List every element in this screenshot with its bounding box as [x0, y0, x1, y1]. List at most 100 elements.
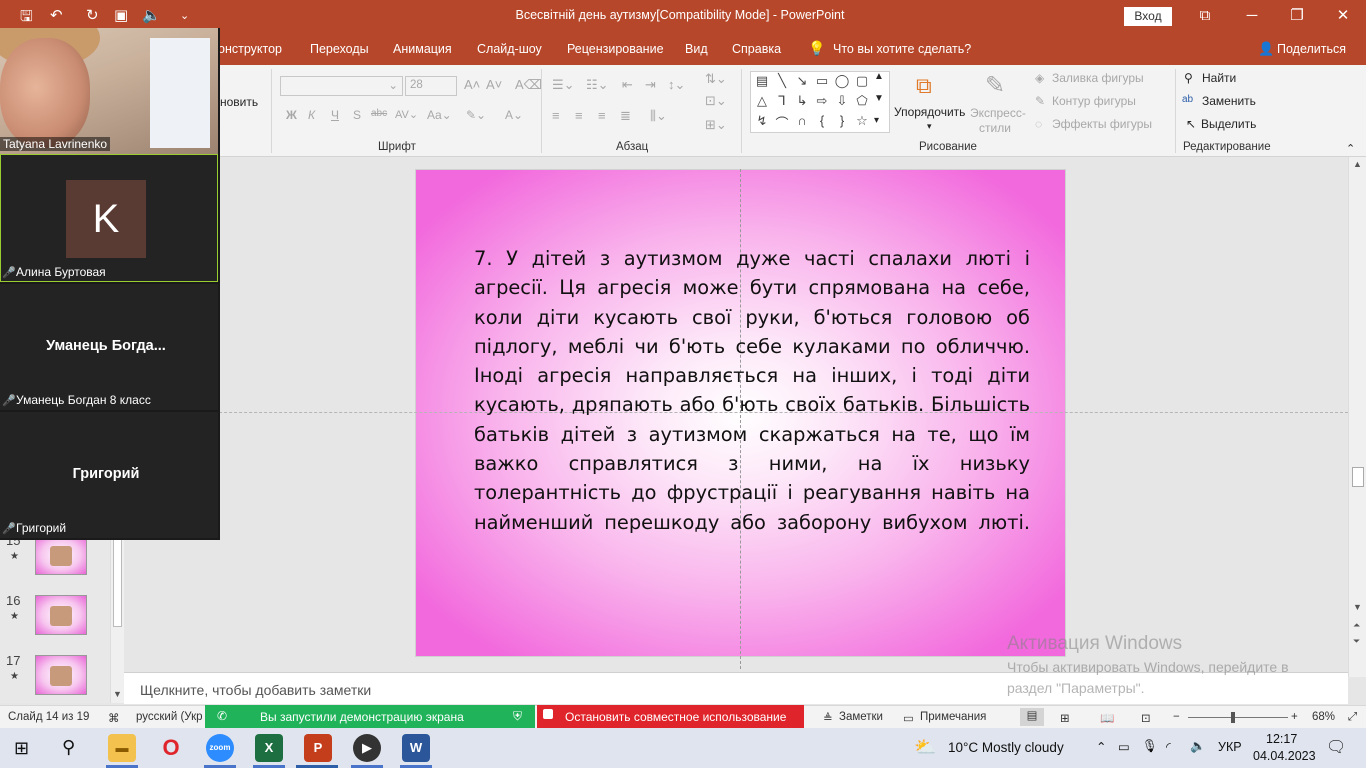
arrow-shape-icon[interactable]: ↘	[793, 73, 811, 89]
spellcheck-icon[interactable]: ⌘	[108, 711, 120, 725]
triangle-shape-icon[interactable]: △	[753, 93, 771, 109]
slide-body-text[interactable]: 7. У дітей з аутизмом дуже часті спалахи…	[474, 244, 1030, 537]
pentagon-shape-icon[interactable]: ⬠	[853, 93, 871, 109]
curve-shape-icon[interactable]: ⌒	[773, 113, 791, 132]
collapse-ribbon-icon[interactable]: ⌃	[1346, 142, 1355, 155]
columns-icon[interactable]: ⫼⌄	[650, 108, 667, 124]
font-size-box[interactable]: 28	[405, 76, 457, 96]
battery-icon[interactable]: ▭	[1118, 739, 1130, 754]
align-text-icon[interactable]: ⊡⌄	[705, 93, 727, 109]
scroll-thumb[interactable]	[1352, 467, 1364, 487]
arrange-button[interactable]: Упорядочить	[894, 105, 965, 119]
change-case-icon[interactable]: Aa⌄	[427, 108, 452, 122]
shapes-gallery[interactable]: ▤ ╲ ↘ ▭ ◯ ▢ △ ⅂ ↳ ⇨ ⇩ ⬠ ↯ ⌒ ∩ { } ☆	[750, 71, 890, 133]
align-center-icon[interactable]: ≡	[575, 108, 583, 123]
justify-icon[interactable]: ≣	[620, 108, 631, 124]
show-hidden-icons-icon[interactable]: ⌃	[1096, 739, 1106, 754]
line-spacing-icon[interactable]: ↕⌄	[668, 77, 685, 93]
zoom-in-icon[interactable]: +	[1291, 711, 1298, 723]
decrease-indent-icon[interactable]: ⇤	[622, 77, 633, 93]
normal-view-icon[interactable]: ▤	[1020, 708, 1044, 726]
next-slide-icon[interactable]: ⏷	[1353, 636, 1360, 647]
grow-font-icon[interactable]: A˄	[464, 77, 480, 92]
undo-icon[interactable]: ↶	[50, 6, 63, 24]
font-color-icon[interactable]: A⌄	[505, 108, 523, 122]
shrink-font-icon[interactable]: A˅	[486, 77, 502, 92]
bullets-icon[interactable]: ☰⌄	[552, 77, 575, 93]
tab-review[interactable]: Рецензирование	[567, 42, 664, 56]
scroll-up-icon[interactable]: ▲	[1353, 159, 1362, 169]
network-icon[interactable]: ◜	[1166, 739, 1171, 754]
redo-icon[interactable]: ↻	[86, 6, 99, 24]
close-button[interactable]: ✕	[1328, 5, 1358, 27]
file-explorer-icon[interactable]: ▬	[108, 734, 136, 762]
text-direction-icon[interactable]: ⇅⌄	[705, 71, 727, 87]
windows-start-icon[interactable]: ⊞	[14, 738, 29, 759]
spacing-icon[interactable]: AV⌄	[395, 108, 418, 121]
shape-fill-button[interactable]: Заливка фигуры	[1052, 71, 1144, 85]
zoom-app-icon[interactable]: zoom	[206, 734, 234, 762]
gallery-down-icon[interactable]: ▼	[874, 93, 884, 104]
numbering-icon[interactable]: ☷⌄	[586, 77, 609, 93]
present-icon[interactable]: ▣	[114, 6, 128, 24]
zoom-slider-track[interactable]	[1188, 712, 1288, 723]
italic-icon[interactable]: К	[308, 108, 315, 122]
zoom-out-icon[interactable]: −	[1173, 711, 1180, 723]
opera-icon[interactable]: O	[157, 734, 185, 762]
slide-sorter-icon[interactable]: ⊞	[1060, 711, 1070, 725]
input-language[interactable]: УКР	[1218, 740, 1242, 754]
textbox-shape-icon[interactable]: ▤	[753, 73, 771, 89]
scroll-down-icon[interactable]: ▼	[1353, 602, 1362, 612]
tab-view[interactable]: Вид	[685, 42, 708, 56]
restore-button[interactable]: ❐	[1282, 5, 1312, 27]
right-brace-shape-icon[interactable]: }	[833, 113, 851, 128]
customize-qat-icon[interactable]: ⌄	[180, 9, 189, 22]
clear-format-icon[interactable]: A⌫	[515, 77, 542, 93]
select-button[interactable]: Выделить	[1201, 117, 1256, 131]
line-shape-icon[interactable]: ╲	[773, 73, 791, 89]
notes-toggle-button[interactable]: Заметки	[839, 711, 883, 723]
notes-placeholder[interactable]: Щелкните, чтобы добавить заметки	[140, 682, 371, 698]
clock-date[interactable]: 04.04.2023	[1253, 749, 1316, 763]
oval-shape-icon[interactable]: ◯	[833, 73, 851, 89]
shadow-icon[interactable]: S	[353, 108, 361, 122]
increase-indent-icon[interactable]: ⇥	[645, 77, 656, 93]
slide-thumbnail[interactable]	[35, 535, 87, 575]
align-left-icon[interactable]: ≡	[552, 108, 560, 123]
signin-button[interactable]: Вход	[1124, 7, 1172, 26]
find-button[interactable]: Найти	[1202, 71, 1236, 85]
reading-view-icon[interactable]: 📖	[1100, 711, 1114, 725]
elbow-arrow-shape-icon[interactable]: ↳	[793, 93, 811, 109]
language-indicator[interactable]: русский (Укр	[136, 711, 203, 723]
slideshow-view-icon[interactable]: ⊡	[1141, 711, 1151, 725]
tell-me-search[interactable]: Что вы хотите сделать?	[833, 42, 971, 56]
stop-share-button[interactable]: Остановить совместное использование	[537, 705, 804, 729]
clock-time[interactable]: 12:17	[1266, 732, 1297, 746]
replace-button[interactable]: Заменить	[1202, 94, 1256, 108]
audio-icon[interactable]: 🔈	[142, 6, 161, 24]
fit-slide-icon[interactable]: ⤢	[1348, 711, 1357, 724]
notifications-icon[interactable]: 🗨	[1326, 737, 1346, 757]
slide-thumbnail[interactable]	[35, 595, 87, 635]
arc-shape-icon[interactable]: ∩	[793, 113, 811, 128]
zoom-slider-thumb[interactable]	[1231, 712, 1236, 723]
strikethrough-icon[interactable]: abc	[371, 108, 387, 119]
quick-styles-icon[interactable]: ✎	[985, 71, 1005, 100]
ribbon-display-icon[interactable]: ⧉	[1190, 5, 1220, 27]
powerpoint-icon[interactable]: P	[304, 734, 332, 762]
tab-transitions[interactable]: Переходы	[310, 42, 369, 56]
search-icon[interactable]: ⚲	[62, 737, 75, 758]
vertical-scrollbar[interactable]: ▲ ▼ ⏶ ⏷	[1348, 157, 1366, 677]
scroll-down-icon[interactable]: ▼	[113, 689, 122, 699]
microphone-icon[interactable]: 🎙	[1142, 739, 1158, 754]
arrange-icon[interactable]: ⧉	[916, 73, 932, 99]
excel-icon[interactable]: X	[255, 734, 283, 762]
underline-icon[interactable]: Ч	[331, 108, 339, 122]
bold-icon[interactable]: Ж	[286, 108, 297, 122]
scroll-thumb[interactable]	[113, 537, 122, 627]
shape-outline-button[interactable]: Контур фигуры	[1052, 94, 1136, 108]
word-icon[interactable]: W	[402, 734, 430, 762]
share-button[interactable]: Поделиться	[1277, 42, 1346, 56]
tab-design[interactable]: онструктор	[218, 42, 282, 56]
font-name-box[interactable]: ⌄	[280, 76, 403, 96]
